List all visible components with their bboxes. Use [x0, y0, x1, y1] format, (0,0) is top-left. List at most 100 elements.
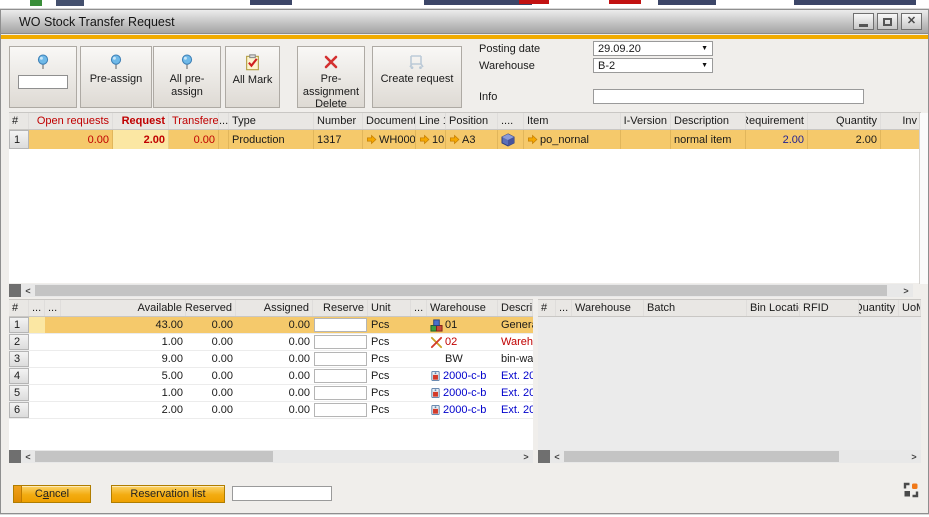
splitter-handle[interactable] — [9, 284, 21, 297]
reservation-detail-table: # ... ... Available Reserved Assigned Re… — [9, 299, 533, 455]
scroll-right-icon[interactable]: > — [899, 286, 913, 296]
detail-left-header[interactable]: # ... ... Available Reserved Assigned Re… — [9, 299, 533, 317]
reserved-cell: 0.00 — [186, 368, 236, 384]
type-cell: Production — [229, 130, 314, 149]
row-number-cell[interactable]: 5 — [9, 385, 29, 401]
detail-right-horizontal-scrollbar[interactable]: < > — [538, 450, 921, 463]
reserve-input[interactable] — [314, 386, 367, 400]
default-button-indicator — [14, 486, 22, 502]
reserved-cell: 0.00 — [186, 334, 236, 350]
detail-left-horizontal-scrollbar[interactable]: < > — [9, 450, 533, 463]
scroll-right-icon[interactable]: > — [907, 452, 921, 462]
line-cell[interactable]: 10 — [416, 130, 446, 149]
detail-row[interactable]: 4 5.00 0.00 0.00 Pcs 2000-c-b Ext. 2000- — [9, 368, 533, 385]
link-arrow-icon[interactable] — [419, 134, 430, 145]
main-vertical-scroll-area[interactable] — [919, 113, 928, 284]
reserve-input[interactable] — [314, 335, 367, 349]
request-cell[interactable]: 2.00 — [113, 130, 169, 149]
detail-row[interactable]: 5 1.00 0.00 0.00 Pcs 2000-c-b Ext. 2000- — [9, 385, 533, 402]
row-number-cell[interactable]: 4 — [9, 368, 29, 384]
footer-input[interactable] — [232, 486, 332, 501]
row-number-cell[interactable]: 2 — [9, 334, 29, 350]
link-arrow-icon[interactable] — [366, 134, 377, 145]
indicator-cell — [29, 351, 45, 367]
col-open-requests: Open requests — [29, 113, 113, 129]
col-reserve: Reserve — [313, 300, 368, 316]
col-dots: ... — [29, 300, 45, 316]
indicator-cell — [45, 402, 61, 418]
available-cell: 5.00 — [61, 368, 186, 384]
col-item: Item — [524, 113, 621, 129]
link-arrow-icon[interactable] — [449, 134, 460, 145]
toolbar-quantity-input[interactable] — [18, 75, 68, 89]
indicator-cell — [45, 317, 61, 333]
all-pre-assign-button[interactable]: All pre-assign — [153, 46, 221, 108]
unit-cell: Pcs — [368, 385, 411, 401]
col-document: Document — [363, 113, 416, 129]
col-dots: ... — [411, 300, 427, 316]
bin-location-icon — [430, 404, 441, 416]
document-cell[interactable]: WH000 — [363, 130, 416, 149]
position-cell[interactable]: A3 — [446, 130, 498, 149]
col-unit: Unit — [368, 300, 411, 316]
main-table-row[interactable]: 1 0.00 2.00 0.00 Production 1317 WH000 1… — [9, 130, 921, 149]
indicator-cell — [29, 368, 45, 384]
button-label: All Mark — [233, 74, 273, 87]
info-input[interactable] — [593, 89, 864, 104]
row-number-cell[interactable]: 1 — [9, 317, 29, 333]
item-cell[interactable]: po_nornal — [524, 130, 621, 149]
maximize-button[interactable] — [877, 13, 898, 30]
splitter-handle[interactable] — [538, 450, 550, 463]
detail-right-header[interactable]: # ... Warehouse Batch Bin Location RFID … — [538, 299, 921, 317]
description-cell: bin-wareh — [498, 351, 533, 367]
posting-date-value: 29.09.20 — [598, 43, 701, 55]
title-bar[interactable]: WO Stock Transfer Request ✕ — [1, 10, 928, 34]
posting-date-dropdown[interactable]: 29.09.20 ▼ — [593, 41, 713, 56]
unit-cell: Pcs — [368, 402, 411, 418]
detail-row[interactable]: 3 9.00 0.00 0.00 Pcs BW bin-wareh — [9, 351, 533, 368]
resize-grip-icon[interactable] — [903, 482, 919, 498]
col-i-version: I-Version — [621, 113, 671, 129]
scroll-thumb[interactable] — [35, 451, 273, 462]
detail-row[interactable]: 2 1.00 0.00 0.00 Pcs 02 Warehouse — [9, 334, 533, 351]
scroll-thumb[interactable] — [35, 285, 887, 296]
indicator-cell — [45, 351, 61, 367]
reserve-input[interactable] — [314, 352, 367, 366]
reserve-input[interactable] — [314, 403, 367, 417]
minimize-button[interactable] — [853, 13, 874, 30]
cancel-button[interactable]: Cancel — [13, 485, 91, 503]
indicator-cell — [45, 368, 61, 384]
reserve-input[interactable] — [314, 318, 367, 332]
splitter-handle[interactable] — [9, 450, 21, 463]
detail-row[interactable]: 1 43.00 0.00 0.00 Pcs 01 General W — [9, 317, 533, 334]
link-arrow-icon[interactable] — [527, 134, 538, 145]
detail-row[interactable]: 6 2.00 0.00 0.00 Pcs 2000-c-b Ext. 2000- — [9, 402, 533, 419]
pre-assign-button[interactable]: Pre-assign — [80, 46, 152, 108]
warehouse-dropdown[interactable]: B-2 ▼ — [593, 58, 713, 73]
pre-assignment-delete-button[interactable]: Pre-assignment Delete — [297, 46, 365, 108]
button-label: Pre-assignment Delete — [298, 73, 364, 111]
available-cell: 2.00 — [61, 402, 186, 418]
scroll-thumb[interactable] — [564, 451, 839, 462]
window-title: WO Stock Transfer Request — [19, 15, 175, 29]
row-number-cell[interactable]: 3 — [9, 351, 29, 367]
reservation-list-button[interactable]: Reservation list — [111, 485, 225, 503]
row-number-cell[interactable]: 6 — [9, 402, 29, 418]
description-cell: Warehouse — [498, 334, 533, 350]
scroll-right-icon[interactable]: > — [519, 452, 533, 462]
reserve-input[interactable] — [314, 369, 367, 383]
create-request-button[interactable]: Create request — [372, 46, 462, 108]
all-mark-button[interactable]: All Mark — [225, 46, 280, 108]
scroll-left-icon[interactable]: < — [550, 452, 564, 462]
info-label: Info — [479, 91, 497, 103]
minimize-icon — [859, 24, 868, 27]
main-horizontal-scrollbar[interactable]: < > — [9, 284, 913, 297]
main-table-header[interactable]: # Open requests Request Transfered ... T… — [9, 112, 921, 130]
row-number-cell[interactable]: 1 — [9, 130, 29, 149]
pushpin-icon — [108, 54, 124, 70]
reservation-list-label: Reservation list — [130, 488, 205, 500]
scroll-left-icon[interactable]: < — [21, 452, 35, 462]
scroll-left-icon[interactable]: < — [21, 286, 35, 296]
close-button[interactable]: ✕ — [901, 13, 922, 30]
pre-assign-qty-button[interactable] — [9, 46, 77, 108]
